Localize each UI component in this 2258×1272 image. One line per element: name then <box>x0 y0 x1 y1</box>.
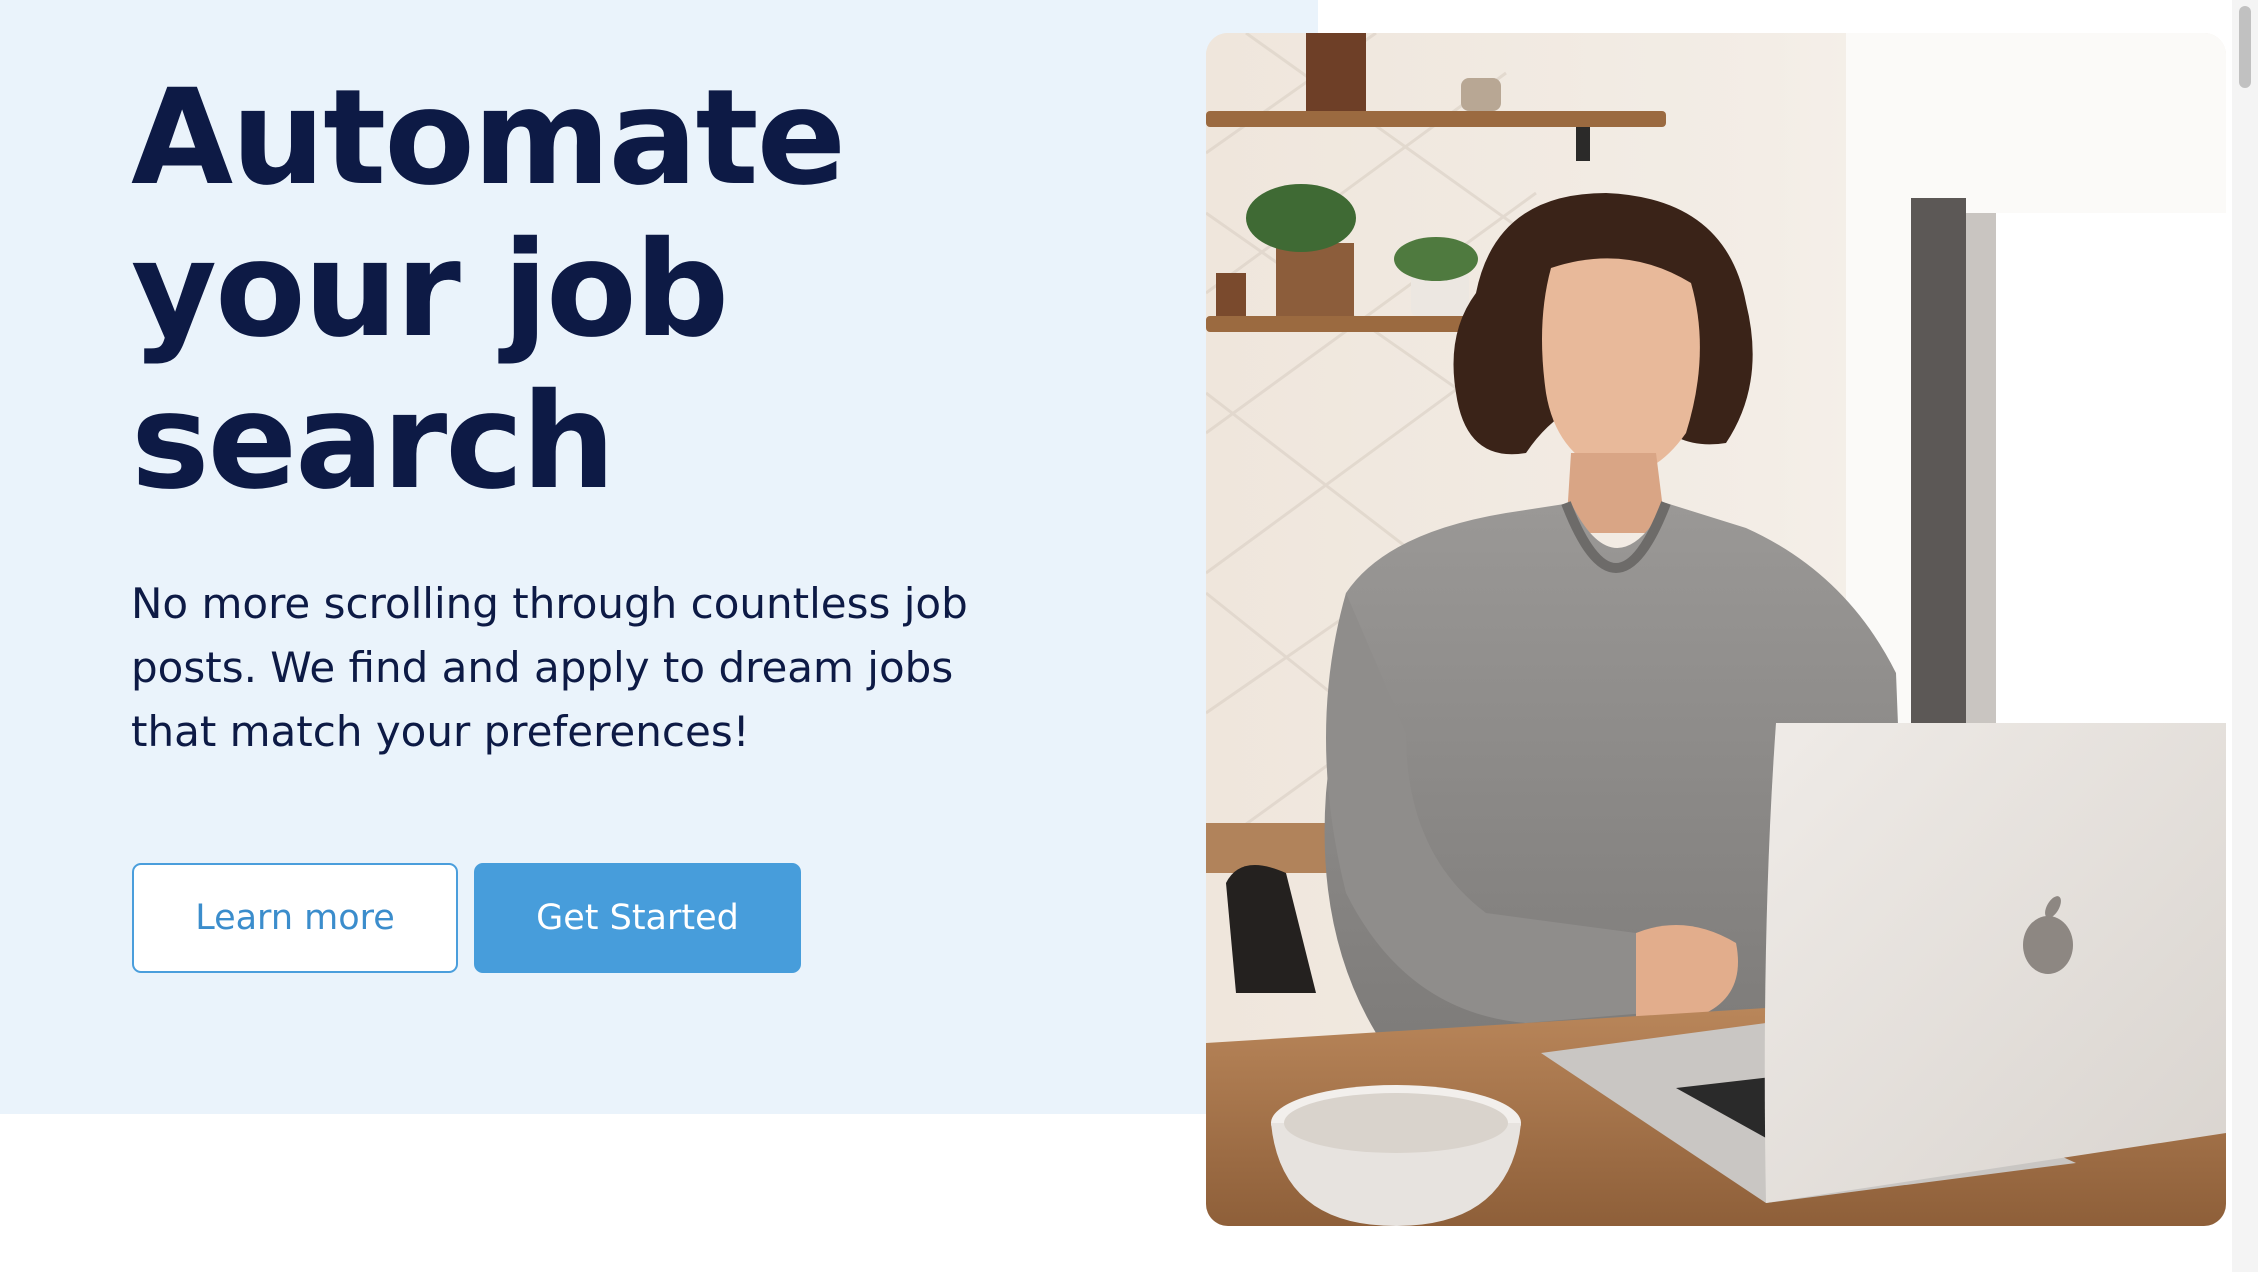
hero-subtitle: No more scrolling through countless job … <box>131 579 968 756</box>
hero-title-line: Automate <box>131 61 846 215</box>
hero-title: Automate your job search <box>131 62 1091 518</box>
scrollbar[interactable] <box>2232 0 2258 1272</box>
hero-image <box>1206 33 2226 1226</box>
scrollbar-thumb[interactable] <box>2239 6 2251 88</box>
hero-title-line: your job <box>131 213 729 367</box>
learn-more-button[interactable]: Learn more <box>132 863 458 973</box>
get-started-button[interactable]: Get Started <box>474 863 801 973</box>
hero-title-line: search <box>131 365 615 519</box>
